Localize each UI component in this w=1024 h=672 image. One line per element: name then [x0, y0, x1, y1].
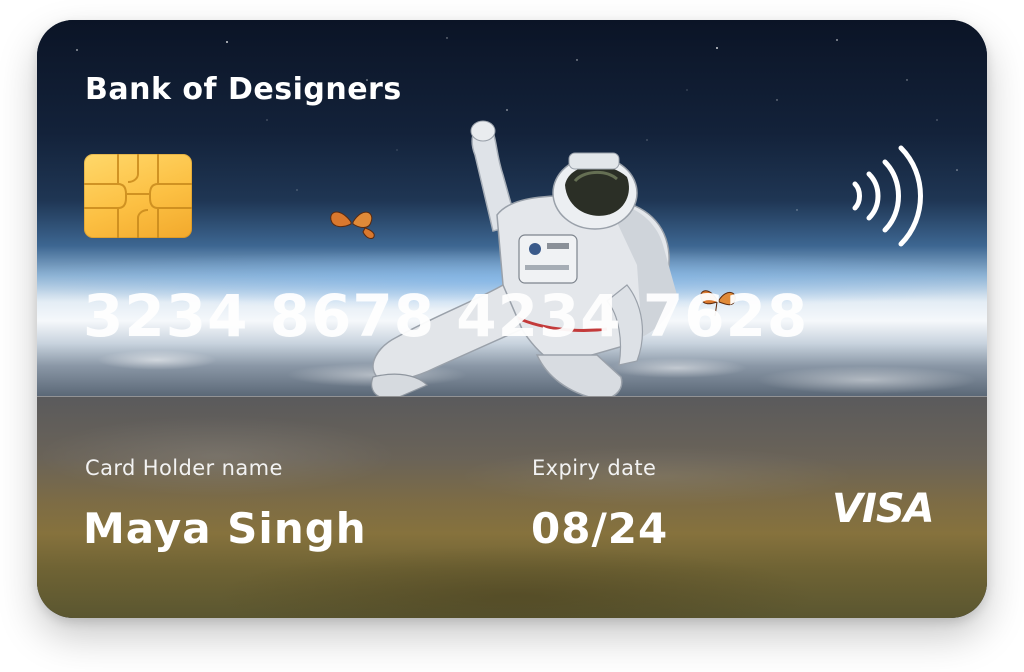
contactless-icon: [852, 145, 923, 247]
card-holder-name: Maya Singh: [83, 504, 367, 553]
card-number: 3234 8678 4234 7628: [83, 282, 809, 350]
card-holder-label: Card Holder name: [85, 456, 283, 480]
expiry-date-value: 08/24: [531, 504, 669, 553]
chip-contacts: [84, 154, 192, 238]
expiry-date-label: Expiry date: [532, 456, 657, 480]
visa-logo: VISA: [832, 486, 935, 532]
bank-name: Bank of Designers: [85, 72, 402, 107]
stage: Bank of Designers 3234 8678 4234 7628 Ca…: [0, 0, 1024, 672]
credit-card: Bank of Designers 3234 8678 4234 7628 Ca…: [37, 20, 987, 618]
astronaut-illustration: [371, 120, 677, 400]
emv-chip-icon: [84, 154, 192, 238]
butterfly-illustration: [330, 211, 375, 239]
panel-divider: [37, 396, 987, 397]
